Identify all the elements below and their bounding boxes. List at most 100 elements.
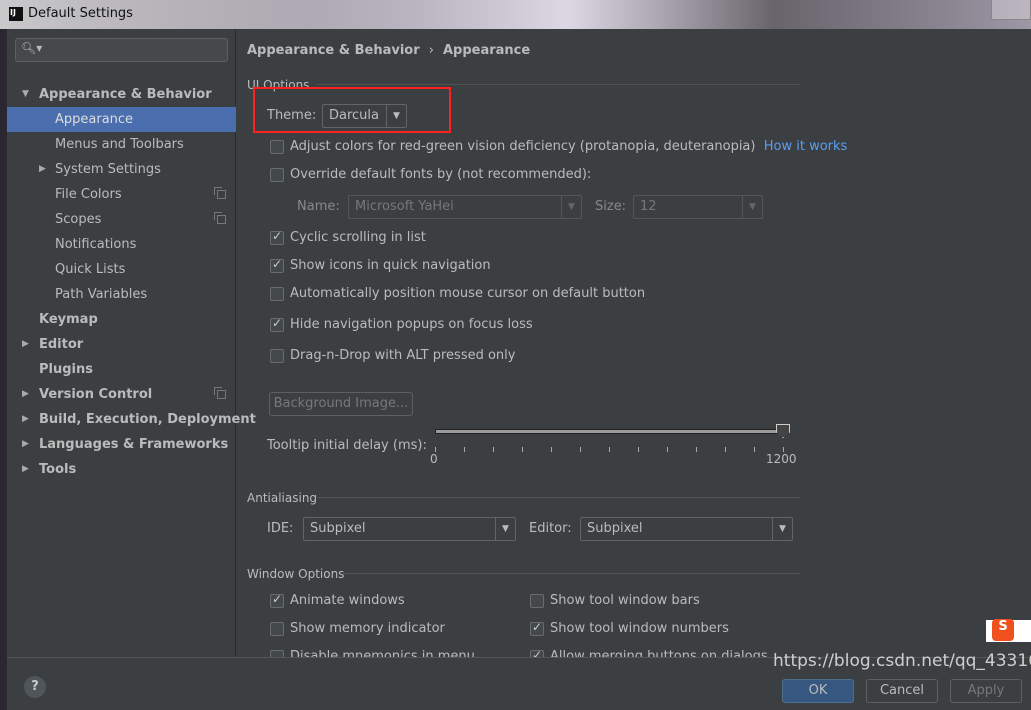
breadcrumb: Appearance & Behavior › Appearance: [247, 43, 530, 58]
editor-aa-label: Editor:: [529, 521, 572, 536]
window-option-checkbox[interactable]: [530, 620, 544, 636]
sidebar-item-system-settings[interactable]: ▶ System Settings: [7, 157, 236, 182]
sidebar-item-path-variables[interactable]: Path Variables: [7, 282, 236, 307]
window-option-checkbox[interactable]: [530, 594, 544, 608]
hide-popups-label: Hide navigation popups on focus loss: [290, 317, 533, 332]
slider-tick: [754, 447, 755, 452]
font-name-label: Name:: [297, 199, 340, 214]
window-title-bar: IJ Default Settings: [0, 0, 1031, 29]
slider-tick: [580, 447, 581, 452]
sidebar-item-quick-lists[interactable]: Quick Lists: [7, 257, 236, 282]
ok-button[interactable]: OK: [782, 679, 854, 703]
override-fonts-label: Override default fonts by (not recommend…: [290, 167, 592, 182]
font-size-label: Size:: [595, 199, 627, 214]
slider-tick: [667, 447, 668, 452]
sidebar-item-build-execution-deployment[interactable]: ▶ Build, Execution, Deployment: [7, 407, 256, 432]
app-logo-icon: IJ: [9, 7, 23, 21]
window-option-label: Show tool window numbers: [550, 621, 729, 636]
sidebar-item-appearance-behavior[interactable]: ▼ Appearance & Behavior: [7, 82, 236, 107]
apply-button[interactable]: Apply: [950, 679, 1022, 703]
breadcrumb-separator: ›: [428, 43, 434, 58]
expanded-arrow-icon[interactable]: ▼: [22, 82, 29, 107]
slider-tick: [522, 447, 523, 452]
cancel-button[interactable]: Cancel: [866, 679, 938, 703]
sidebar-item-languages-frameworks[interactable]: ▶ Languages & Frameworks: [7, 432, 236, 457]
drag-drop-checkbox[interactable]: [270, 349, 284, 363]
window-options-header: Window Options: [247, 567, 345, 581]
slider-tick: [551, 447, 552, 452]
sidebar-item-label: Path Variables: [55, 287, 148, 302]
sidebar-item-appearance[interactable]: Appearance: [7, 107, 236, 132]
collapsed-arrow-icon[interactable]: ▶: [22, 432, 29, 457]
window-close-button[interactable]: [991, 0, 1031, 20]
chevron-down-icon: ▼: [742, 196, 762, 218]
how-it-works-link[interactable]: How it works: [764, 139, 848, 154]
sidebar-item-plugins[interactable]: Plugins: [7, 357, 236, 382]
tooltip-delay-slider[interactable]: [435, 429, 787, 434]
divider: [317, 84, 801, 85]
slider-tick: [493, 447, 494, 452]
breadcrumb-current: Appearance: [442, 43, 531, 58]
background-image-button[interactable]: Background Image...: [269, 392, 413, 416]
chevron-down-icon: ▼: [561, 196, 581, 218]
tooltip-max-label: 1200: [766, 452, 797, 466]
sidebar-item-file-colors[interactable]: File Colors: [7, 182, 236, 207]
tooltip-delay-label: Tooltip initial delay (ms):: [267, 438, 427, 453]
highlight-box: [253, 87, 451, 133]
show-icons-checkbox[interactable]: [270, 257, 284, 273]
collapsed-arrow-icon[interactable]: ▶: [22, 332, 29, 357]
auto-cursor-checkbox[interactable]: [270, 287, 284, 301]
sidebar-item-menus-and-toolbars[interactable]: Menus and Toolbars: [7, 132, 236, 157]
sidebar-item-tools[interactable]: ▶ Tools: [7, 457, 236, 482]
override-fonts-checkbox[interactable]: [270, 168, 284, 182]
editor-antialiasing-select[interactable]: Subpixel ▼: [580, 517, 793, 541]
window-option-checkbox[interactable]: [530, 648, 544, 657]
font-name-select[interactable]: Microsoft YaHei ▼: [348, 195, 582, 219]
slider-tick: [725, 447, 726, 452]
window-option-checkbox[interactable]: [270, 650, 284, 657]
search-icon: 🔍︎▾: [21, 41, 43, 55]
sidebar-item-editor[interactable]: ▶ Editor: [7, 332, 236, 357]
collapsed-arrow-icon[interactable]: ▶: [22, 407, 29, 432]
divider: [317, 497, 801, 498]
editor-aa-value: Subpixel: [587, 521, 643, 536]
window-option-label: Show tool window bars: [550, 593, 700, 608]
sidebar-item-label: Quick Lists: [55, 262, 126, 277]
slider-tick: [464, 447, 465, 452]
sidebar-item-label: Editor: [39, 337, 84, 352]
collapsed-arrow-icon[interactable]: ▶: [22, 382, 29, 407]
sidebar-item-keymap[interactable]: Keymap: [7, 307, 236, 332]
window-option-checkbox[interactable]: [270, 622, 284, 636]
window-option-label: Disable mnemonics in menu: [290, 649, 475, 657]
sidebar-item-label: Notifications: [55, 237, 137, 252]
sidebar-item-label: Menus and Toolbars: [55, 137, 184, 152]
hide-popups-checkbox[interactable]: [270, 316, 284, 332]
font-size-value: 12: [640, 199, 657, 214]
settings-sidebar: 🔍︎▾ ▼ Appearance & Behavior Appearance Menu…: [7, 29, 256, 657]
chevron-down-icon: ▼: [772, 518, 792, 540]
slider-tick: [609, 447, 610, 452]
collapsed-arrow-icon[interactable]: ▶: [39, 157, 46, 182]
sidebar-item-label: Appearance: [55, 112, 134, 127]
sidebar-item-label: Version Control: [39, 387, 153, 402]
window-title: Default Settings: [28, 6, 133, 21]
slider-ticks: [435, 447, 787, 453]
ide-antialiasing-select[interactable]: Subpixel ▼: [303, 517, 516, 541]
antialiasing-header: Antialiasing: [247, 491, 318, 505]
project-settings-icon: [214, 387, 226, 399]
help-button[interactable]: ?: [24, 676, 46, 698]
cyclic-scrolling-checkbox[interactable]: [270, 229, 284, 245]
sidebar-item-notifications[interactable]: Notifications: [7, 232, 236, 257]
window-option-checkbox[interactable]: [270, 592, 284, 608]
sidebar-item-scopes[interactable]: Scopes: [7, 207, 236, 232]
collapsed-arrow-icon[interactable]: ▶: [22, 457, 29, 482]
sidebar-item-label: Tools: [39, 462, 77, 477]
settings-search-input[interactable]: 🔍︎▾: [15, 38, 228, 62]
breadcrumb-parent[interactable]: Appearance & Behavior: [247, 43, 420, 58]
slider-thumb[interactable]: [776, 424, 790, 438]
font-size-select[interactable]: 12 ▼: [633, 195, 763, 219]
font-name-value: Microsoft YaHei: [355, 199, 454, 214]
ide-aa-label: IDE:: [267, 521, 294, 536]
sidebar-item-version-control[interactable]: ▶ Version Control: [7, 382, 236, 407]
adjust-colors-checkbox[interactable]: [270, 140, 284, 154]
